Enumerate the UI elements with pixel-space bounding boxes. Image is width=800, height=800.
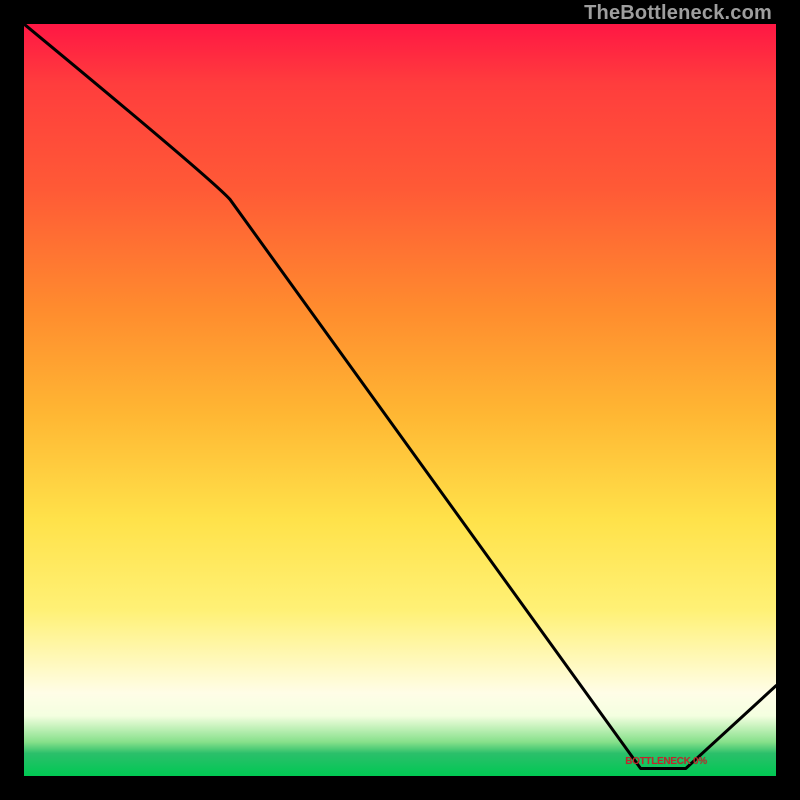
bottleneck-curve bbox=[24, 24, 776, 768]
plot-area: BOTTLENECK 0% bbox=[24, 24, 776, 776]
bottleneck-line-chart bbox=[24, 24, 776, 776]
chart-container: TheBottleneck.com BOTTLENECK 0% bbox=[0, 0, 800, 800]
watermark-text: TheBottleneck.com bbox=[584, 2, 772, 25]
